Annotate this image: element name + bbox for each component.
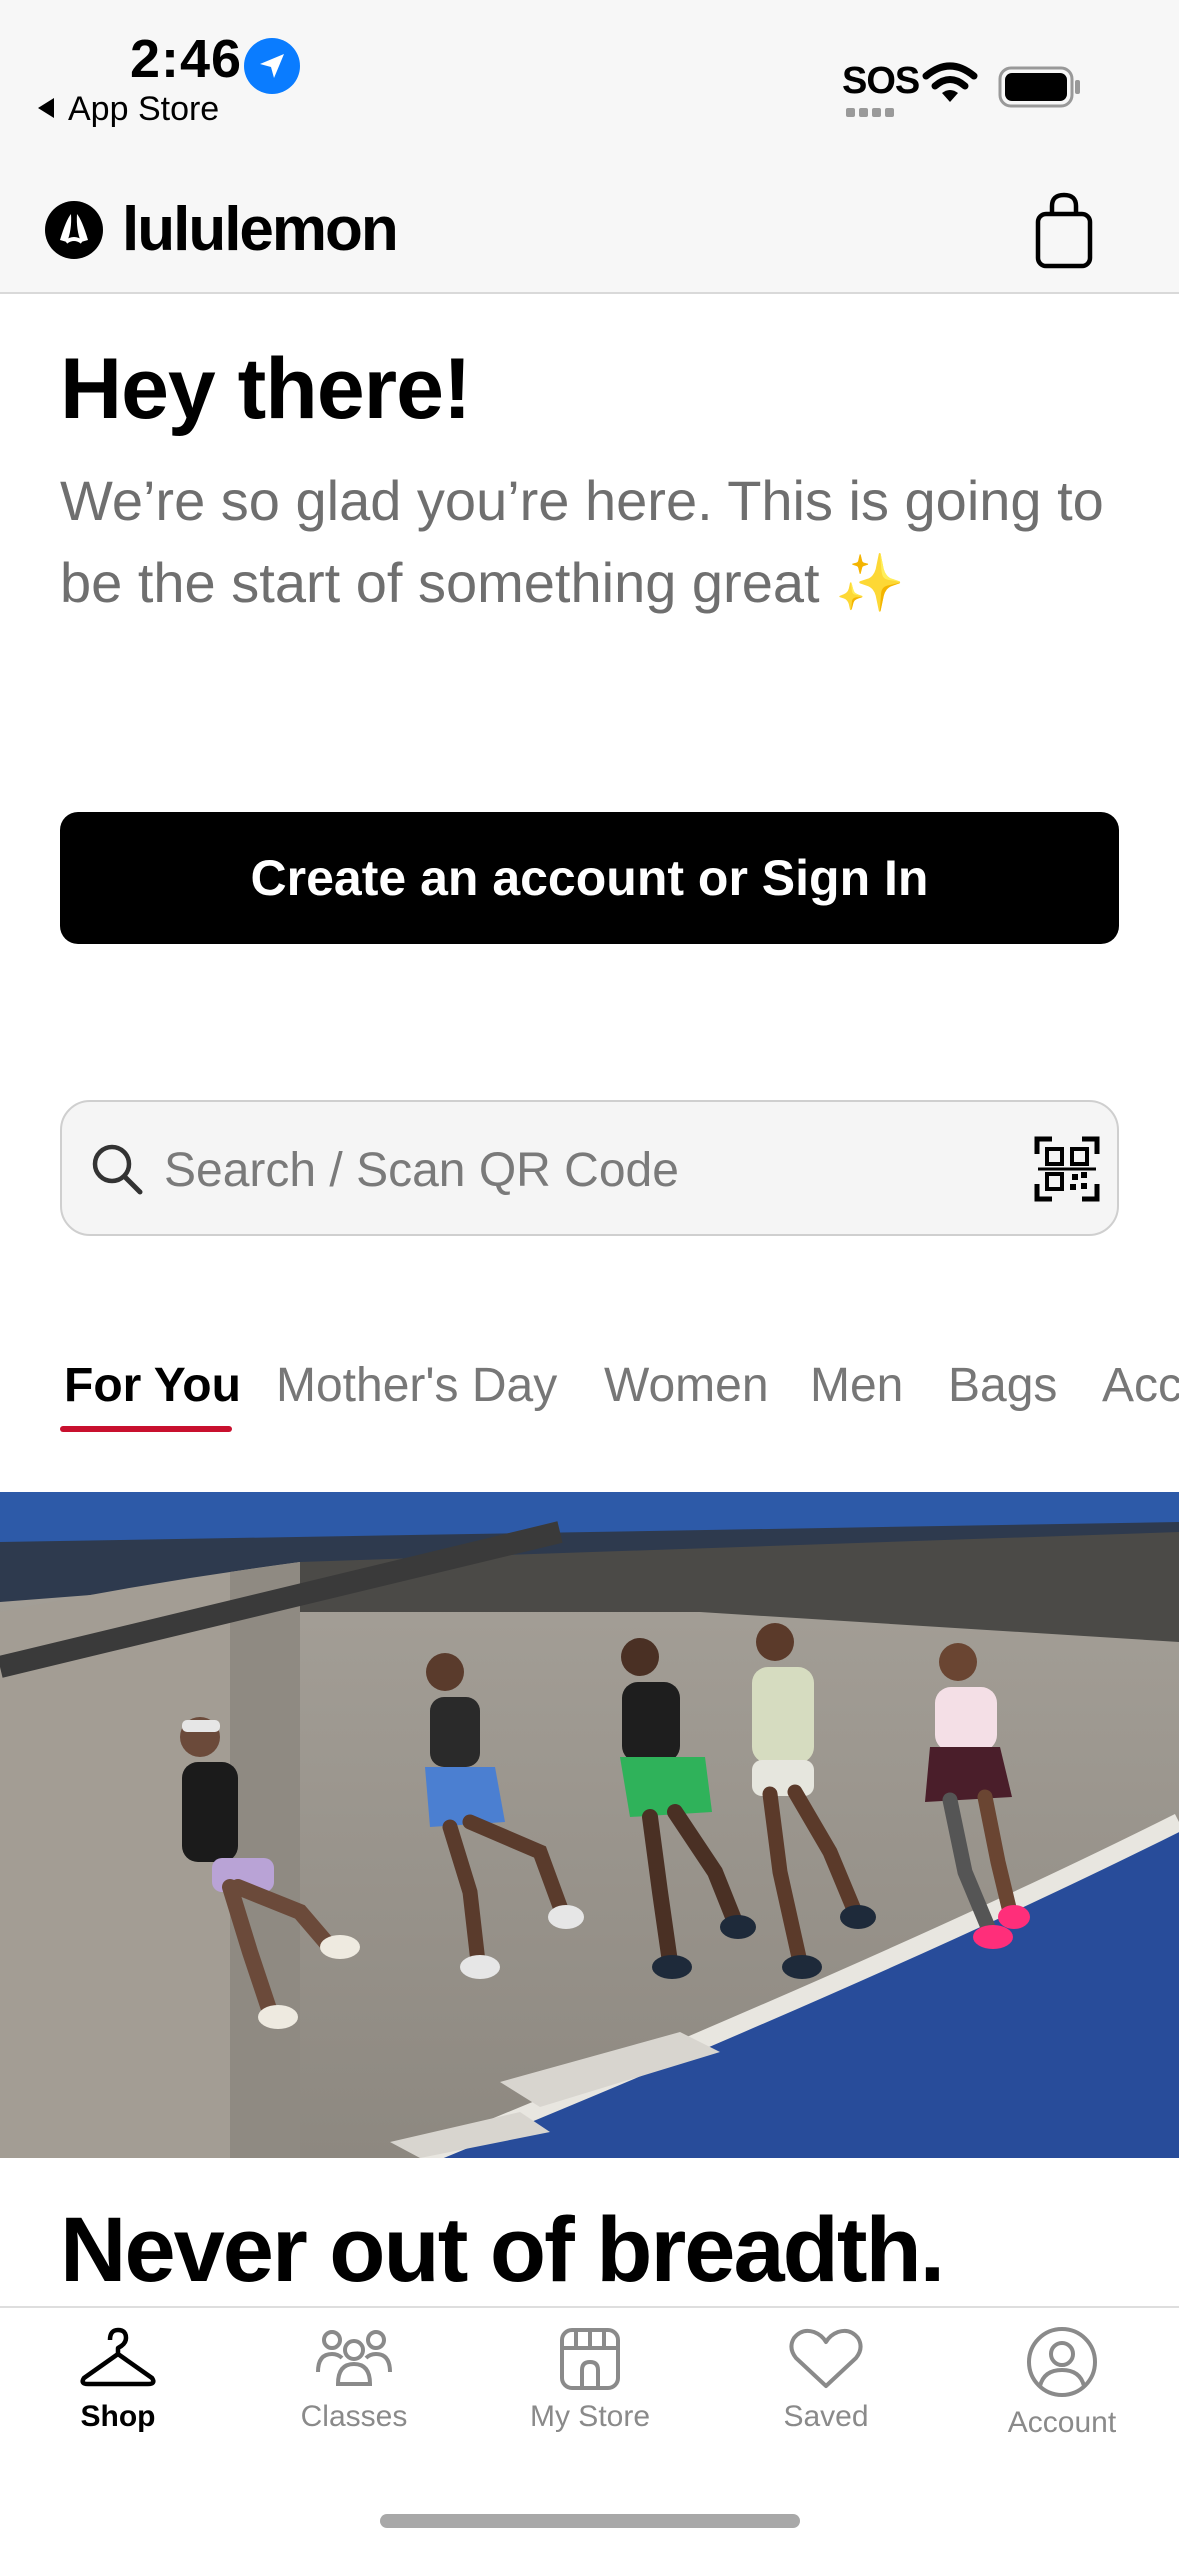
search-bar[interactable] bbox=[60, 1100, 1119, 1236]
greeting-title: Hey there! bbox=[60, 341, 472, 437]
search-input[interactable] bbox=[164, 1140, 964, 1200]
tab-men[interactable]: Men bbox=[810, 1358, 903, 1413]
sparkle-icon: ✨ bbox=[835, 551, 905, 614]
brand-wordmark: lululemon bbox=[122, 195, 399, 264]
wifi-icon bbox=[922, 62, 978, 102]
app-header: lululemon bbox=[0, 168, 1179, 294]
home-indicator[interactable] bbox=[380, 2514, 800, 2528]
hero-image-runners[interactable] bbox=[0, 1492, 1179, 2158]
tab-women[interactable]: Women bbox=[604, 1358, 769, 1413]
qr-code-scan-icon[interactable] bbox=[1034, 1136, 1100, 1202]
tab-bar-my-store-label: My Store bbox=[529, 2400, 651, 2433]
people-group-icon bbox=[316, 2330, 392, 2386]
shopping-bag-icon bbox=[1035, 192, 1093, 269]
back-triangle-icon bbox=[38, 98, 54, 118]
tab-for-you[interactable]: For You bbox=[64, 1358, 241, 1413]
tab-accessories[interactable]: Acc bbox=[1102, 1358, 1179, 1413]
tab-bar-shop-label: Shop bbox=[80, 2400, 156, 2433]
tab-bar-classes-label: Classes bbox=[300, 2400, 408, 2433]
greeting-subtitle-text: We’re so glad you’re here. This is going… bbox=[60, 469, 1104, 614]
greeting-subtitle: We’re so glad you’re here. This is going… bbox=[60, 460, 1120, 624]
tab-bar-saved[interactable]: Saved bbox=[708, 2326, 944, 2434]
hero-headline: Never out of breadth. bbox=[60, 2199, 945, 2301]
tab-bar-saved-label: Saved bbox=[783, 2400, 869, 2433]
search-icon bbox=[92, 1144, 143, 1195]
tab-bar-my-store[interactable]: My Store bbox=[472, 2326, 708, 2434]
back-to-app-store-link[interactable]: App Store bbox=[38, 90, 219, 129]
shopping-bag-button[interactable] bbox=[1032, 192, 1096, 270]
status-bar: 2:46 App Store SOS bbox=[0, 0, 1179, 168]
storefront-icon bbox=[560, 2328, 620, 2390]
account-icon bbox=[1027, 2327, 1097, 2397]
battery-icon bbox=[998, 66, 1080, 108]
tab-bar-account[interactable]: Account bbox=[944, 2326, 1179, 2440]
back-app-label: App Store bbox=[68, 90, 220, 128]
create-account-sign-in-button[interactable]: Create an account or Sign In bbox=[60, 812, 1119, 944]
tab-bar-shop[interactable]: Shop bbox=[0, 2326, 236, 2434]
signal-dots-icon bbox=[846, 104, 898, 122]
hanger-icon bbox=[80, 2327, 156, 2387]
location-arrow-icon bbox=[244, 38, 300, 94]
lululemon-logo-icon bbox=[45, 201, 103, 259]
status-time: 2:46 bbox=[130, 29, 243, 89]
active-tab-underline bbox=[60, 1426, 232, 1432]
heart-icon bbox=[789, 2328, 863, 2388]
tab-bar-account-label: Account bbox=[1007, 2406, 1117, 2439]
tab-bar-classes[interactable]: Classes bbox=[236, 2326, 472, 2434]
category-tabs: For You Mother's Day Women Men Bags Acc bbox=[0, 1352, 1179, 1432]
sos-indicator: SOS bbox=[842, 60, 920, 102]
tab-bags[interactable]: Bags bbox=[948, 1358, 1057, 1413]
runners-illustration bbox=[0, 1492, 1179, 2158]
tab-mothers-day[interactable]: Mother's Day bbox=[276, 1358, 557, 1413]
